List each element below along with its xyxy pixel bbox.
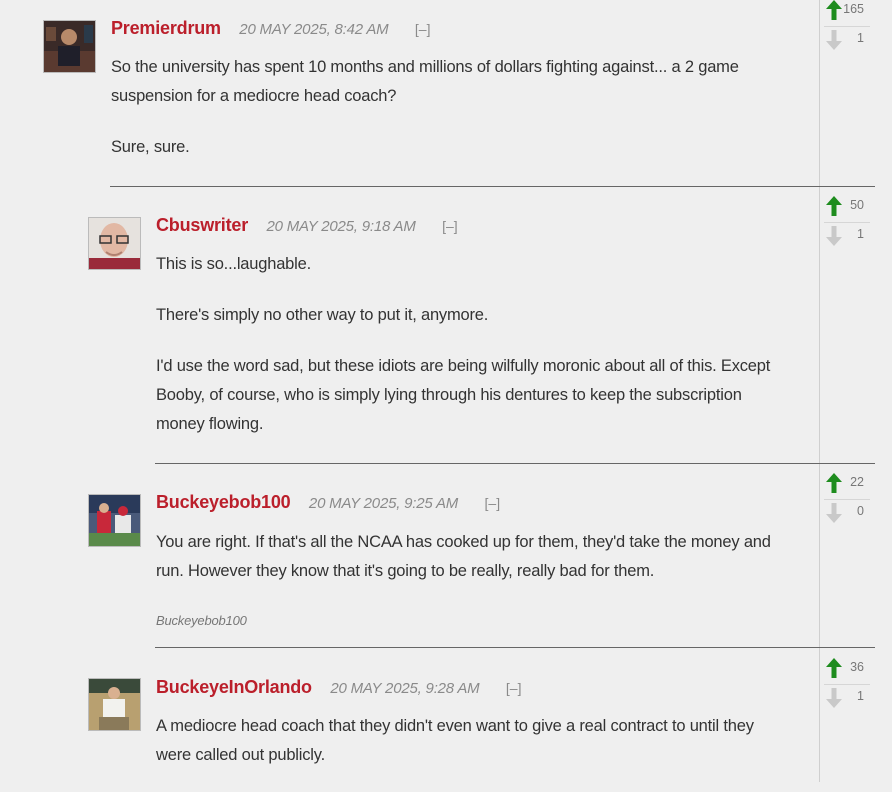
comment-paragraph: Sure, sure.: [111, 138, 190, 156]
comment-body: This is so...laughable. There's simply n…: [156, 250, 786, 461]
comment-paragraph: A mediocre head coach that they didn't e…: [156, 717, 754, 764]
avatar[interactable]: [88, 494, 141, 547]
downvote-arrow-icon[interactable]: [824, 687, 844, 709]
username[interactable]: BuckeyeInOrlando: [156, 677, 312, 697]
downvote-count: 0: [857, 504, 864, 518]
comment-paragraph: This is so...laughable.: [156, 255, 311, 273]
vote-column-rule: [819, 0, 820, 782]
timestamp: 20 MAY 2025, 9:25 AM: [308, 495, 459, 512]
vote-divider: [824, 684, 870, 685]
user-signature: Buckeyebob100: [156, 613, 247, 628]
avatar[interactable]: [88, 678, 141, 731]
timestamp: 20 MAY 2025, 8:42 AM: [239, 21, 389, 38]
avatar-image-cbuswriter: [89, 218, 140, 269]
downvote-arrow-icon[interactable]: [824, 225, 844, 247]
vote-divider: [824, 26, 870, 27]
comment-divider: [155, 647, 875, 648]
upvote-count: 50: [850, 198, 864, 212]
collapse-toggle[interactable]: [–]: [485, 495, 501, 511]
upvote-arrow-icon[interactable]: [824, 0, 844, 21]
vote-divider: [824, 222, 870, 223]
vote-widget: 22 0: [824, 473, 870, 531]
timestamp: 20 MAY 2025, 9:18 AM: [266, 218, 416, 235]
vote-divider: [824, 499, 870, 500]
upvote-arrow-icon[interactable]: [824, 472, 844, 494]
collapse-toggle[interactable]: [–]: [442, 218, 458, 234]
avatar-image-buckeyebob100: [89, 495, 140, 546]
vote-widget: 36 1: [824, 658, 870, 716]
downvote-count: 1: [857, 227, 864, 241]
timestamp: 20 MAY 2025, 9:28 AM: [330, 680, 480, 697]
comment-paragraph: So the university has spent 10 months an…: [111, 58, 739, 105]
downvote-count: 1: [857, 689, 864, 703]
comment-divider: [155, 463, 875, 464]
downvote-arrow-icon[interactable]: [824, 29, 844, 51]
collapse-toggle[interactable]: [–]: [415, 21, 431, 37]
upvote-count: 36: [850, 660, 864, 674]
comment-body: You are right. If that's all the NCAA ha…: [156, 528, 786, 635]
upvote-arrow-icon[interactable]: [824, 657, 844, 679]
vote-widget: 50 1: [824, 196, 870, 254]
comment-paragraph: There's simply no other way to put it, a…: [156, 306, 489, 324]
upvote-count: 165: [843, 2, 864, 16]
avatar[interactable]: [43, 20, 96, 73]
vote-widget: 165 1: [824, 0, 870, 58]
upvote-arrow-icon[interactable]: [824, 195, 844, 217]
comment-body: A mediocre head coach that they didn't e…: [156, 712, 786, 792]
avatar[interactable]: [88, 217, 141, 270]
username[interactable]: Cbuswriter: [156, 215, 248, 235]
avatar-image-buckeyeinorlando: [89, 679, 140, 730]
avatar-image-premierdrum: [44, 21, 95, 72]
downvote-count: 1: [857, 31, 864, 45]
comment-paragraph: You are right. If that's all the NCAA ha…: [156, 533, 771, 580]
comment-body: So the university has spent 10 months an…: [111, 53, 771, 184]
downvote-arrow-icon[interactable]: [824, 502, 844, 524]
comment-divider: [110, 186, 875, 187]
comment-paragraph: I'd use the word sad, but these idiots a…: [156, 357, 771, 433]
username[interactable]: Premierdrum: [111, 18, 221, 38]
collapse-toggle[interactable]: [–]: [506, 680, 522, 696]
upvote-count: 22: [850, 475, 864, 489]
username[interactable]: Buckeyebob100: [156, 492, 291, 512]
